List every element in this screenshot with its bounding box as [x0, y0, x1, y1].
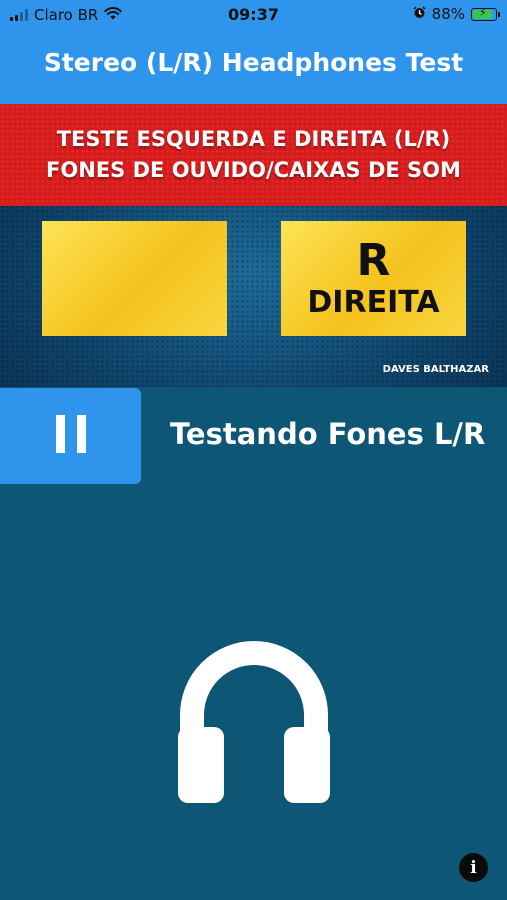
- right-panel-word: DIREITA: [307, 284, 440, 320]
- battery-percent: 88%: [431, 5, 465, 23]
- video-credit: DAVES BALTHAZAR: [382, 364, 489, 375]
- pause-icon: [54, 415, 88, 457]
- battery-charging-icon: ⚡: [471, 5, 500, 21]
- right-panel-letter: R: [356, 234, 391, 286]
- status-right: 88% ⚡: [413, 5, 500, 23]
- alarm-icon: [413, 5, 426, 23]
- left-channel-panel: [42, 221, 227, 336]
- banner-line-2: FONES DE OUVIDO/CAIXAS DE SOM: [46, 158, 461, 182]
- app-title: Stereo (L/R) Headphones Test: [43, 48, 464, 77]
- pause-button[interactable]: [0, 388, 141, 484]
- info-icon[interactable]: i: [459, 853, 488, 882]
- now-playing-title: Testando Fones L/R: [170, 417, 486, 451]
- video-banner: TESTE ESQUERDA E DIREITA (L/R) FONES DE …: [0, 104, 507, 206]
- headphones-icon: [178, 641, 330, 807]
- video-player[interactable]: TESTE ESQUERDA E DIREITA (L/R) FONES DE …: [0, 104, 507, 387]
- right-channel-panel: R DIREITA: [281, 221, 466, 336]
- top-bar: Claro BR 09:37 88% ⚡ Stereo (L/R) Headph…: [0, 0, 507, 104]
- status-bar: Claro BR 09:37 88% ⚡: [0, 0, 507, 30]
- banner-line-1: TESTE ESQUERDA E DIREITA (L/R): [56, 127, 451, 151]
- bolt-icon: ⚡: [479, 5, 487, 19]
